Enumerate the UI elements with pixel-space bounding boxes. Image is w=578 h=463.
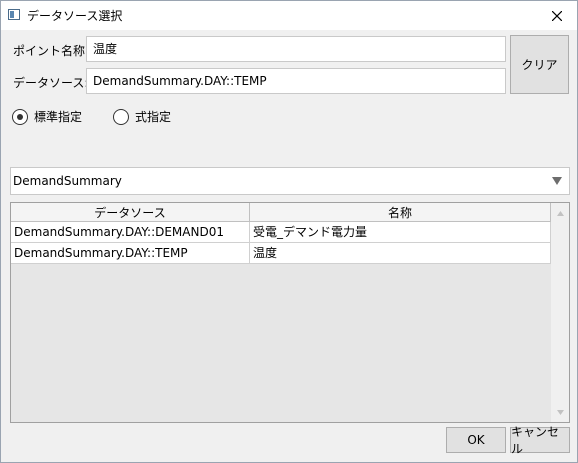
scroll-down-icon[interactable] (551, 404, 569, 420)
scroll-up-icon[interactable] (551, 205, 569, 221)
table-cell-name: 受電_デマンド電力量 (250, 222, 551, 242)
table-header: データソース 名称 (11, 203, 551, 222)
cancel-button[interactable]: キャンセル (510, 425, 570, 456)
title-bar: データソース選択 (1, 1, 577, 30)
standard-mode-option[interactable]: 標準指定 (12, 108, 82, 125)
column-header-data-source[interactable]: データソース (11, 203, 250, 221)
standard-mode-label: 標準指定 (34, 110, 83, 124)
dropdown-value: DemandSummary (13, 174, 122, 188)
ok-button[interactable]: OK (446, 427, 506, 453)
table-row[interactable]: DemandSummary.DAY::DEMAND01 受電_デマンド電力量 (11, 222, 551, 243)
chevron-down-icon[interactable] (545, 168, 569, 194)
data-source-label: データソース: (13, 76, 89, 90)
close-button[interactable] (537, 1, 577, 30)
expression-mode-option[interactable]: 式指定 (113, 108, 171, 125)
vertical-scrollbar[interactable] (551, 203, 569, 422)
table-cell-name: 温度 (250, 243, 551, 263)
close-icon (552, 10, 562, 21)
standard-mode-radio[interactable] (12, 108, 28, 125)
table-row[interactable]: DemandSummary.DAY::TEMP 温度 (11, 243, 551, 264)
expression-mode-label: 式指定 (135, 110, 172, 124)
window-title: データソース選択 (27, 9, 123, 23)
data-source-table: データソース 名称 DemandSummary.DAY::DEMAND01 受電… (10, 202, 570, 423)
dialog-window: データソース選択 ポイント名称: 温度 データソース: DemandSummar… (0, 0, 578, 463)
point-name-input[interactable]: 温度 (86, 36, 506, 62)
column-header-name[interactable]: 名称 (250, 203, 551, 221)
table-cell-data-source: DemandSummary.DAY::TEMP (11, 243, 250, 263)
clear-button[interactable]: クリア (510, 35, 569, 94)
window-icon (8, 9, 20, 20)
point-name-label: ポイント名称: (13, 44, 90, 58)
data-source-dropdown[interactable]: DemandSummary (10, 167, 570, 195)
expression-mode-radio[interactable] (113, 108, 129, 125)
data-source-input[interactable]: DemandSummary.DAY::TEMP (86, 68, 506, 94)
table-cell-data-source: DemandSummary.DAY::DEMAND01 (11, 222, 250, 242)
